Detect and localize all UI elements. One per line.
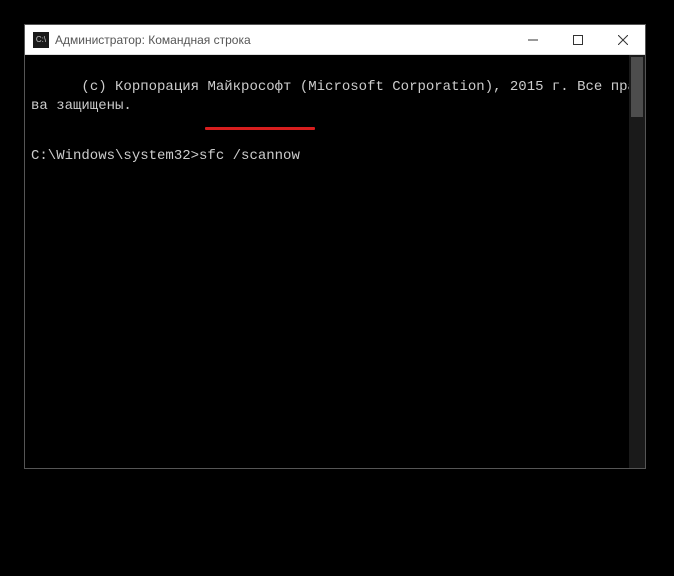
console-content: (с) Корпорация Майкрософт (Microsoft Cor… [25, 55, 645, 207]
window-title: Администратор: Командная строка [55, 33, 510, 47]
copyright-text: (с) Корпорация Майкрософт (Microsoft Cor… [31, 79, 636, 114]
cmd-icon: C:\ [33, 32, 49, 48]
close-icon [618, 35, 628, 45]
prompt-line: C:\Windows\system32>sfc /scannow [31, 147, 639, 166]
cmd-window: C:\ Администратор: Командная строка (с) … [24, 24, 646, 469]
titlebar[interactable]: C:\ Администратор: Командная строка [25, 25, 645, 55]
minimize-button[interactable] [510, 25, 555, 54]
close-button[interactable] [600, 25, 645, 54]
maximize-icon [573, 35, 583, 45]
window-controls [510, 25, 645, 54]
command-input[interactable]: sfc /scannow [199, 148, 300, 164]
prompt-path: C:\Windows\system32> [31, 148, 199, 164]
maximize-button[interactable] [555, 25, 600, 54]
minimize-icon [528, 35, 538, 45]
scrollbar-track[interactable] [629, 55, 645, 468]
console-area[interactable]: (с) Корпорация Майкрософт (Microsoft Cor… [25, 55, 645, 468]
annotation-underline [205, 127, 315, 130]
scrollbar-thumb[interactable] [631, 57, 643, 117]
